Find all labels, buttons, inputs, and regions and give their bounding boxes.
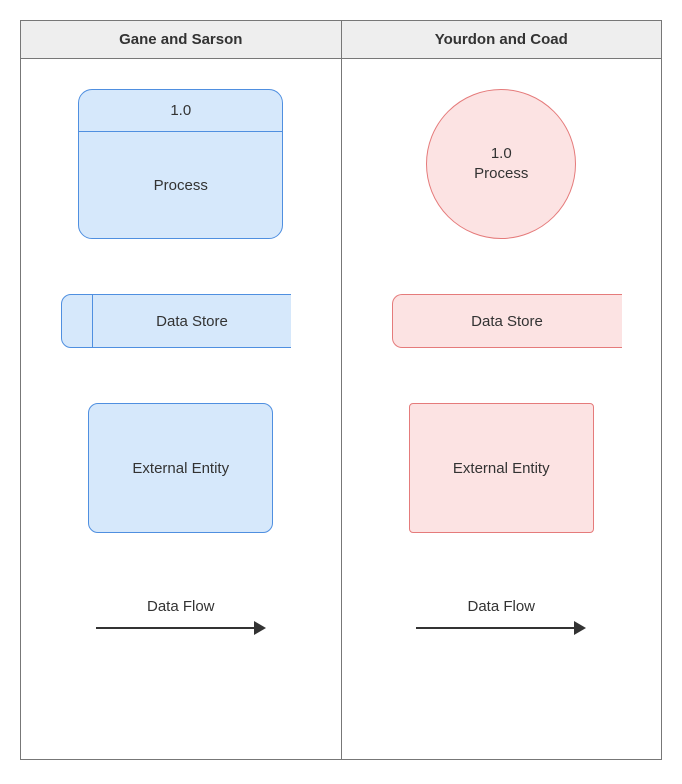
gs-process-label: Process — [79, 132, 282, 238]
header-yourdon-coad: Yourdon and Coad — [342, 21, 662, 59]
gs-datastore-shape: Data Store — [61, 294, 291, 348]
notation-comparison-grid: Gane and Sarson Yourdon and Coad 1.0 Pro… — [20, 20, 662, 760]
header-row: Gane and Sarson Yourdon and Coad — [21, 21, 661, 59]
yc-entity-shape: External Entity — [409, 403, 594, 533]
gs-process-shape: 1.0 Process — [78, 89, 283, 239]
gs-datastore-label: Data Store — [93, 294, 291, 348]
arrow-icon — [96, 621, 266, 635]
header-gane-sarson: Gane and Sarson — [21, 21, 342, 59]
gane-sarson-column: 1.0 Process Data Store External Entity D… — [21, 59, 342, 759]
gs-entity-label: External Entity — [132, 460, 229, 477]
yc-process-shape: 1.0 Process — [426, 89, 576, 239]
yc-process-number: 1.0 — [491, 144, 512, 164]
yc-process-label: Process — [474, 164, 528, 184]
gs-dataflow-label: Data Flow — [147, 598, 215, 615]
arrow-icon — [416, 621, 586, 635]
yc-datastore-label: Data Store — [471, 313, 543, 330]
yourdon-coad-column: 1.0 Process Data Store External Entity D… — [342, 59, 662, 759]
yc-entity-label: External Entity — [453, 460, 550, 477]
gs-datastore-sidebar — [61, 294, 93, 348]
gs-entity-shape: External Entity — [88, 403, 273, 533]
gs-dataflow: Data Flow — [96, 598, 266, 635]
gs-process-number: 1.0 — [79, 90, 282, 132]
yc-dataflow: Data Flow — [416, 598, 586, 635]
yc-datastore-shape: Data Store — [392, 294, 622, 348]
body-row: 1.0 Process Data Store External Entity D… — [21, 59, 661, 759]
yc-dataflow-label: Data Flow — [467, 598, 535, 615]
